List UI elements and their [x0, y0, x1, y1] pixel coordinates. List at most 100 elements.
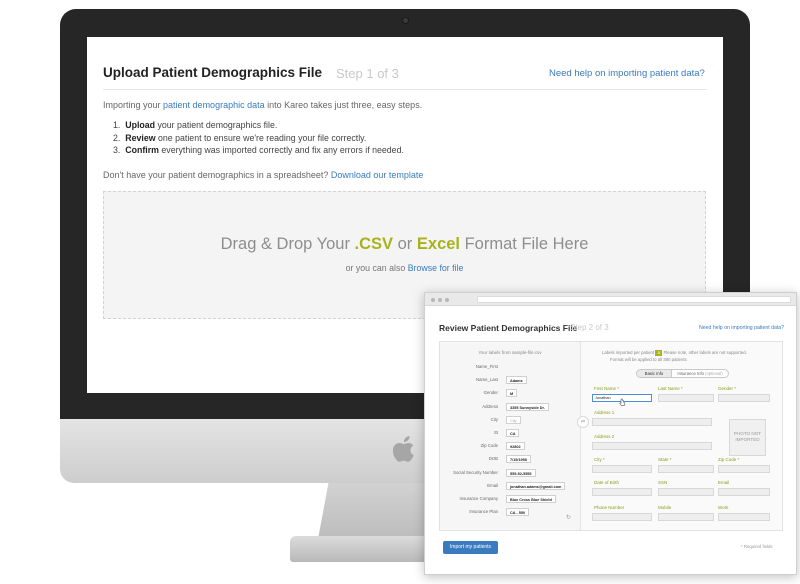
browse-file-link[interactable]: Browse for file [408, 263, 464, 273]
review-window: Review Patient Demographics File Step 2 … [424, 292, 797, 575]
mapping-value[interactable]: CA - 550 [506, 508, 530, 517]
address-bar[interactable] [477, 296, 791, 303]
step-text: your patient demographics file. [155, 120, 278, 130]
template-prompt: Don't have your patient demographics in … [103, 170, 331, 180]
step-indicator: Step 1 of 3 [336, 66, 399, 81]
divider [103, 89, 707, 90]
steps-list: 1. Upload your patient demographics file… [113, 119, 404, 157]
ssn-field[interactable] [658, 488, 714, 496]
state-label: State * [658, 457, 672, 462]
mapping-value[interactable]: 555-52-5555 [506, 468, 536, 477]
phone-field[interactable] [592, 513, 652, 521]
mapping-label: Insurance Company [459, 496, 498, 501]
address1-label: Address 1 [594, 410, 615, 415]
csv-highlight: .CSV [354, 235, 394, 253]
ssn-label: SSN [658, 480, 668, 485]
mobile-field[interactable] [658, 513, 714, 521]
labels-note: Please note, other labels are not suppor… [663, 350, 747, 355]
zip-label: Zip Code * [718, 457, 740, 462]
mapping-value[interactable]: 92802 [506, 442, 525, 451]
mapping-label: Insurance Plan [469, 509, 498, 515]
browse-prompt: or you can also [345, 263, 408, 273]
mapping-value[interactable]: Adams [506, 376, 527, 385]
mapping-label: Name_First [475, 364, 498, 369]
dropzone-subtext: or you can also Browse for file [104, 263, 705, 273]
dob-field[interactable] [592, 488, 652, 496]
window-dot-icon[interactable] [445, 298, 449, 302]
mapping-value[interactable]: City [506, 415, 521, 424]
step-keyword: Confirm [125, 145, 159, 155]
mapping-label: Social Security Number [453, 469, 498, 475]
format-note: Format will be applied to all 380 patien… [610, 357, 687, 362]
mapping-value[interactable]: CA [506, 429, 520, 437]
step-number: 2. [113, 132, 121, 143]
photo-placeholder: PHOTO NOT IMPORTED [729, 419, 766, 456]
drop-prefix: Drag & Drop Your [220, 235, 355, 253]
mapping-value[interactable]: 3355 Sunnyside Dr. [506, 402, 549, 411]
step-keyword: Review [125, 132, 156, 143]
mapping-label: City [490, 416, 498, 422]
gender-field[interactable] [718, 394, 770, 402]
mapping-value[interactable]: jonathan.adams@gmail.com [506, 481, 566, 490]
review-panel: Your labels from sample-file.csv Name_Fi… [439, 341, 783, 531]
intro-text-end: into Kareo takes just three, easy steps. [264, 100, 423, 110]
email-label: Email [718, 480, 730, 485]
list-item: 3. Confirm everything was imported corre… [113, 144, 404, 157]
window-dot-icon[interactable] [438, 298, 442, 302]
help-link[interactable]: Need help on importing patient data? [549, 68, 705, 79]
mapping-label: St [493, 430, 498, 435]
review-step-indicator: Step 2 of 3 [570, 323, 609, 332]
mapping-label: Email [487, 482, 498, 488]
window-titlebar [425, 293, 796, 306]
drop-or: or [393, 235, 417, 253]
address2-field[interactable] [592, 442, 712, 450]
mapping-value[interactable]: M [506, 389, 518, 398]
step-keyword: Upload [125, 120, 156, 130]
intro-text: Importing your patient demographic data … [103, 100, 422, 110]
tab-basic-info[interactable]: Basic Info [636, 369, 672, 378]
work-label: Work [718, 505, 729, 510]
list-item: 2. Review one patient to ensure we're re… [113, 132, 404, 145]
email-field[interactable] [718, 488, 770, 496]
review-help-link[interactable]: Need help on importing patient data? [699, 325, 784, 331]
mapping-value[interactable]: 7/15/1958 [506, 455, 531, 464]
tab-insurance-info[interactable]: Insurance Info (optional) [671, 369, 729, 378]
drop-suffix: Format File Here [460, 235, 589, 253]
labels-count-badge: 3 [655, 350, 663, 356]
work-field[interactable] [718, 513, 770, 521]
intro-text-start: Importing your [103, 100, 164, 110]
state-field[interactable] [658, 465, 714, 473]
patient-data-link[interactable]: patient demographic data [163, 100, 265, 110]
source-labels-header: Your labels from sample-file.csv [478, 350, 542, 355]
first-name-label: First Name * [594, 386, 620, 391]
import-patients-button[interactable]: Import my patients [443, 541, 498, 554]
cursor-icon [619, 398, 626, 406]
mapping-label: DOB [488, 456, 498, 462]
mapping-label: Zip Code [480, 443, 498, 449]
address2-label: Address 2 [594, 434, 615, 439]
source-labels-column: Your labels from sample-file.csv Name_Fi… [440, 342, 581, 530]
dropzone-title: Drag & Drop Your .CSV or Excel Format Fi… [104, 235, 705, 254]
double-arrow-icon: ⇄ [577, 416, 589, 428]
mapping-value[interactable]: Blue Cross Blue Shield [506, 495, 556, 503]
last-name-label: Last Name * [658, 386, 683, 391]
last-name-field[interactable] [658, 394, 714, 402]
refresh-icon[interactable]: ↻ [566, 514, 571, 521]
mapping-label: Address [482, 403, 498, 409]
download-template-link[interactable]: Download our template [331, 170, 424, 180]
mapping-label: Gender [483, 390, 498, 396]
zip-field[interactable] [718, 465, 770, 473]
address1-field[interactable] [592, 418, 712, 426]
labels-info-text: Labels imported per patient [602, 350, 655, 355]
mobile-label: Mobile [658, 505, 672, 510]
list-item: 1. Upload your patient demographics file… [113, 119, 404, 132]
window-dot-icon[interactable] [431, 298, 435, 302]
tab-optional-note: (optional) [705, 371, 723, 376]
mapping-label: Name_Last [476, 377, 498, 383]
gender-label: Gender * [718, 386, 737, 391]
review-title: Review Patient Demographics File [439, 323, 578, 333]
step-number: 1. [113, 120, 121, 130]
city-field[interactable] [592, 465, 652, 473]
page-title: Upload Patient Demographics File [103, 65, 323, 80]
step-text: everything was imported correctly and fi… [158, 145, 404, 155]
